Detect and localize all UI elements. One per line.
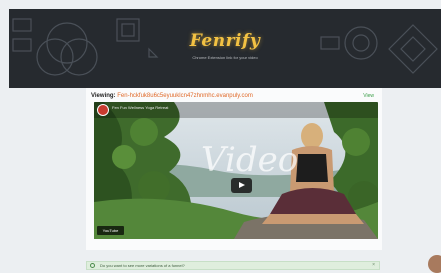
channel-avatar[interactable] [97, 104, 109, 116]
alert-text: Do you want to see more variations of a … [100, 263, 185, 268]
viewing-label: Viewing: [91, 93, 116, 99]
app-logo[interactable]: Fenrify [9, 31, 441, 51]
info-alert: Do you want to see more variations of a … [86, 261, 380, 270]
header-banner: Fenrify Chrome Extension link for your v… [9, 9, 441, 88]
viewing-url-link[interactable]: Fen-hckfuk8u6c5eyuuklcn47zhnmhc.evanpuly… [117, 93, 253, 99]
content-card: Viewing: Fen-hckfuk8u6c5eyuuklcn47zhnmhc… [86, 88, 382, 250]
video-player[interactable]: Fen Fun Wellness Yoga Retreat Video YouT… [94, 102, 378, 239]
youtube-badge[interactable]: YouTube [97, 226, 124, 235]
viewing-row: Viewing: Fen-hckfuk8u6c5eyuuklcn47zhnmhc… [91, 91, 378, 101]
tagline: Chrome Extension link for your video [192, 55, 258, 60]
info-icon [90, 263, 95, 268]
video-title[interactable]: Fen Fun Wellness Yoga Retreat [112, 105, 168, 110]
view-button[interactable]: View [363, 91, 374, 101]
user-avatar[interactable] [428, 255, 441, 273]
play-icon[interactable] [231, 178, 252, 193]
close-icon[interactable]: × [372, 262, 375, 269]
video-watermark: Video [201, 140, 299, 180]
